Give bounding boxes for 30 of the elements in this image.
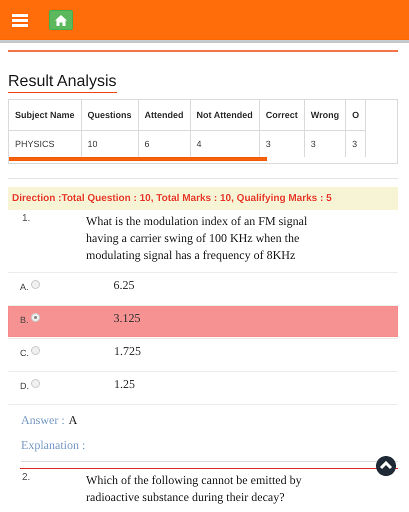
question-text: Which of the following cannot be emitted by radioactive substance during their decay? (86, 472, 303, 506)
question-number: 1. (22, 213, 32, 226)
question-number: 2. (22, 472, 32, 485)
option-row[interactable]: B. 3.125 (8, 305, 398, 337)
table-cell: 3 (346, 130, 366, 157)
option-row[interactable]: C. 1.725 (8, 338, 398, 370)
option-letter: C. (20, 348, 29, 358)
option-row[interactable]: D. 1.25 (8, 371, 398, 403)
answer-value: A (68, 413, 78, 428)
option-row[interactable]: A. 6.25 (8, 272, 398, 304)
option-letter: A. (20, 282, 29, 292)
column-header: Questions (81, 100, 138, 130)
option-text: 1.725 (114, 344, 141, 359)
option-text: 3.125 (114, 311, 141, 326)
column-header: Not Attended (190, 100, 260, 130)
direction-banner: Direction :Total Question : 10, Total Marks : 10, Qualifying Marks : 5 (8, 187, 398, 210)
column-header: Subject Name (9, 100, 82, 130)
column-header: Wrong (304, 100, 346, 130)
column-header: Attended (138, 100, 190, 130)
section-title: Result Analysis (8, 72, 116, 93)
explanation-label: Explanation : (21, 438, 86, 452)
option-text: 1.25 (114, 377, 135, 392)
column-header: O (346, 100, 366, 130)
question-text: What is the modulation index of an FM signal having a carrier swing of 100 KHz when the modulating signal has a frequency of 8KHz (86, 213, 308, 264)
option-letter: B. (20, 315, 29, 325)
option-text: 6.25 (114, 278, 135, 293)
option-letter: D. (20, 381, 29, 391)
column-header: Correct (259, 100, 304, 130)
answer-label: Answer : (21, 413, 65, 428)
table-cell: 3 (304, 130, 346, 157)
